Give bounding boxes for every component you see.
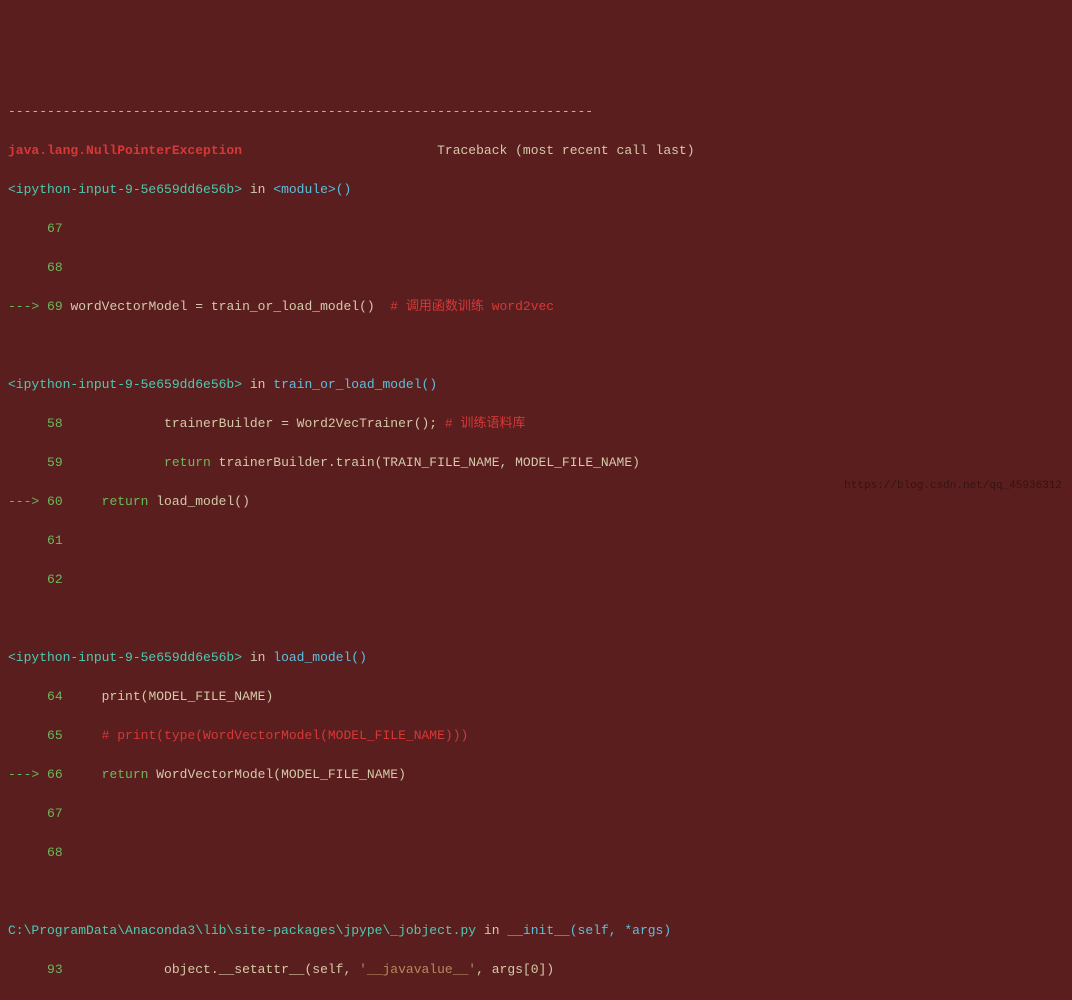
line-num: 62: [47, 572, 63, 587]
traceback-label: Traceback (most recent call last): [437, 143, 694, 158]
return-kw: return: [164, 455, 211, 470]
traceback-container: ----------------------------------------…: [0, 78, 1072, 1000]
code: object.__setattr__(self,: [70, 962, 359, 977]
frame-func: load_model: [273, 650, 351, 665]
code: trainerBuilder = Word2VecTrainer();: [70, 416, 444, 431]
code: print(MODEL_FILE_NAME): [70, 689, 273, 704]
args: (self, *args): [570, 923, 671, 938]
comment: # 训练语料库: [445, 416, 526, 431]
code: load_model(): [148, 494, 249, 509]
line-arrow: [8, 689, 47, 704]
frame-func: <module>: [273, 182, 335, 197]
frame-func: __init__: [507, 923, 569, 938]
line-num: 65: [47, 728, 63, 743]
in-kw: in: [250, 182, 266, 197]
code: trainerBuilder.train(TRAIN_FILE_NAME, MO…: [211, 455, 640, 470]
frame-file: <ipython-input-9-5e659dd6e56b>: [8, 650, 242, 665]
return-kw: return: [102, 494, 149, 509]
comment: # 调用函数训练 word2vec: [390, 299, 554, 314]
code: wordVectorModel = train_or_load_model(): [70, 299, 390, 314]
line-num: 60: [47, 494, 63, 509]
line-arrow: [8, 572, 47, 587]
comment: # print(type(WordVectorModel(MODEL_FILE_…: [70, 728, 468, 743]
in-kw: in: [250, 650, 266, 665]
line-num: 67: [47, 806, 63, 821]
return-kw: return: [102, 767, 149, 782]
line-num: 68: [47, 260, 63, 275]
watermark-text: https://blog.csdn.net/qq_45936312: [844, 478, 1062, 495]
code: WordVectorModel(MODEL_FILE_NAME): [148, 767, 405, 782]
frame-func: train_or_load_model: [273, 377, 421, 392]
line-num: 59: [47, 455, 63, 470]
line-num: 67: [47, 221, 63, 236]
line-arrow: [8, 806, 47, 821]
frame-file: <ipython-input-9-5e659dd6e56b>: [8, 377, 242, 392]
line-num: 64: [47, 689, 63, 704]
line-arrow: [8, 221, 47, 236]
line-arrow: [8, 728, 47, 743]
line-arrow: [8, 455, 47, 470]
line-arrow: [8, 533, 47, 548]
line-arrow: [8, 260, 47, 275]
line-num: 68: [47, 845, 63, 860]
line-arrow: [8, 416, 47, 431]
line-arrow: --->: [8, 299, 47, 314]
code: , args[0]): [476, 962, 554, 977]
line-num: 69: [47, 299, 63, 314]
line-num: 58: [47, 416, 63, 431]
string: '__javavalue__': [359, 962, 476, 977]
parens: (): [351, 650, 367, 665]
in-kw: in: [484, 923, 500, 938]
line-arrow: --->: [8, 494, 47, 509]
line-arrow: --->: [8, 767, 47, 782]
exception-name: java.lang.NullPointerException: [8, 143, 242, 158]
line-num: 66: [47, 767, 63, 782]
frame-file-path: C:\ProgramData\Anaconda3\lib\site-packag…: [8, 923, 476, 938]
dash-line: ----------------------------------------…: [8, 104, 593, 119]
line-arrow: [8, 962, 47, 977]
parens: (): [422, 377, 438, 392]
in-kw: in: [250, 377, 266, 392]
spacer: [242, 143, 437, 158]
parens: (): [336, 182, 352, 197]
line-num: 93: [47, 962, 63, 977]
line-arrow: [8, 845, 47, 860]
line-num: 61: [47, 533, 63, 548]
frame-file: <ipython-input-9-5e659dd6e56b>: [8, 182, 242, 197]
